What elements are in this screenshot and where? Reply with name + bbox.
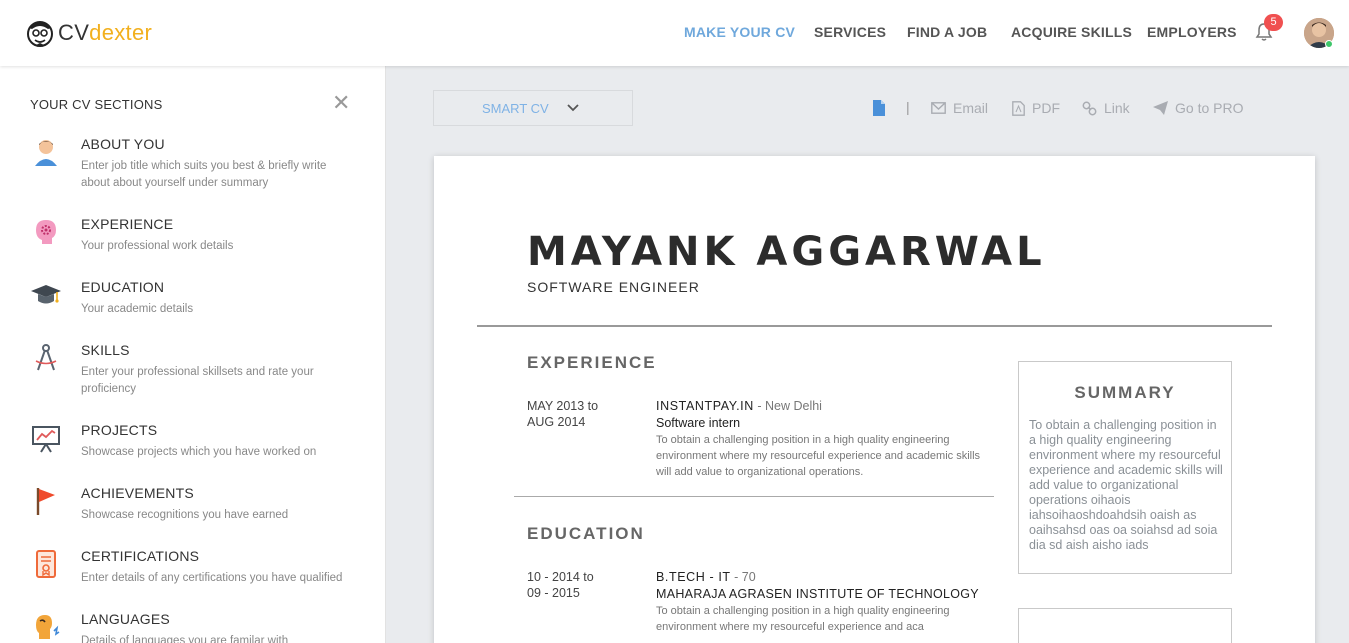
top-navbar: CVdexter MAKE YOUR CV SERVICES FIND A JO… xyxy=(0,0,1349,66)
sidebar-item-desc: Your academic details xyxy=(81,303,194,315)
graduation-cap-icon xyxy=(31,285,61,304)
email-label: Email xyxy=(953,100,989,116)
notification-badge: 5 xyxy=(1264,14,1283,31)
education-description[interactable]: To obtain a challenging position in a hi… xyxy=(656,603,996,635)
go-to-pro-label: Go to PRO xyxy=(1175,100,1244,116)
online-status-dot xyxy=(1325,40,1333,48)
experience-description[interactable]: To obtain a challenging position in a hi… xyxy=(656,432,996,480)
sidebar-title: YOUR CV SECTIONS xyxy=(30,97,163,112)
education-degree[interactable]: B.TECH - IT - 70 xyxy=(656,570,756,584)
compass-icon xyxy=(35,344,57,371)
nav-find-a-job[interactable]: FIND A JOB xyxy=(907,24,987,40)
sidebar-item-desc: Enter job title which suits you best & b… xyxy=(81,160,327,189)
template-select[interactable]: SMART CV xyxy=(433,90,633,126)
sidebar-item-label: ABOUT YOU xyxy=(81,136,165,152)
sidebar-item-label: EDUCATION xyxy=(81,279,165,295)
sidebar-item-desc: Showcase recognitions you have earned xyxy=(81,509,289,521)
cv-job-title[interactable]: SOFTWARE ENGINEER xyxy=(527,279,700,295)
cv-sections-sidebar: YOUR CV SECTIONS ✕ ABOUT YOU Enter job t… xyxy=(0,66,386,643)
envelope-icon xyxy=(931,102,946,114)
sidebar-item-desc: Enter your professional skillsets and ra… xyxy=(81,366,314,395)
sidebar-item-label: CERTIFICATIONS xyxy=(81,548,200,564)
summary-box[interactable]: SUMMARY To obtain a challenging position… xyxy=(1018,361,1232,574)
nav-employers[interactable]: EMPLOYERS xyxy=(1147,24,1237,40)
presentation-icon xyxy=(32,426,60,453)
email-button[interactable]: Email xyxy=(931,100,988,116)
sidebar-item-label: LANGUAGES xyxy=(81,611,170,627)
section-divider xyxy=(514,496,994,497)
template-select-value: SMART CV xyxy=(482,101,549,116)
pdf-icon xyxy=(1012,100,1025,116)
education-heading: EDUCATION xyxy=(527,524,645,543)
sidebar-item-label: ACHIEVEMENTS xyxy=(81,485,194,501)
document-icon xyxy=(873,100,885,116)
paper-plane-icon xyxy=(1153,101,1168,115)
link-button[interactable]: Link xyxy=(1082,100,1130,116)
pdf-button[interactable]: PDF xyxy=(1012,100,1060,116)
flag-icon xyxy=(36,488,55,515)
go-to-pro-button[interactable]: Go to PRO xyxy=(1153,100,1243,116)
sidebar-item-desc: Enter details of any certifications you … xyxy=(81,572,343,584)
summary-text[interactable]: To obtain a challenging position in a hi… xyxy=(1029,418,1225,553)
logo[interactable]: CVdexter xyxy=(24,17,152,49)
language-icon xyxy=(36,615,60,639)
experience-heading: EXPERIENCE xyxy=(527,353,657,372)
certificate-icon xyxy=(36,550,56,578)
sidebar-item-desc: Your professional work details xyxy=(81,240,234,252)
brand-name: CVdexter xyxy=(58,20,153,45)
education-date: 10 - 2014 to 09 - 2015 xyxy=(527,570,594,600)
education-institute[interactable]: MAHARAJA AGRASEN INSTITUTE OF TECHNOLOGY xyxy=(656,587,979,601)
sidebar-item-desc: Showcase projects which you have worked … xyxy=(81,446,317,458)
link-label: Link xyxy=(1104,100,1130,116)
pdf-label: PDF xyxy=(1032,100,1060,116)
cv-name[interactable]: MAYANK AGGARWAL xyxy=(527,229,1046,275)
sidebar-item-label: PROJECTS xyxy=(81,422,158,438)
nav-acquire-skills[interactable]: ACQUIRE SKILLS xyxy=(1011,24,1132,40)
person-icon xyxy=(35,140,57,166)
nav-services[interactable]: SERVICES xyxy=(814,24,886,40)
experience-position[interactable]: Software intern xyxy=(656,416,740,430)
experience-company[interactable]: INSTANTPAY.IN - New Delhi xyxy=(656,399,822,413)
document-button[interactable] xyxy=(872,100,893,116)
secondary-section-box[interactable] xyxy=(1018,608,1232,643)
header-divider xyxy=(477,325,1272,327)
chevron-down-icon xyxy=(567,104,579,112)
sidebar-item-label: EXPERIENCE xyxy=(81,216,174,232)
nav-make-your-cv[interactable]: MAKE YOUR CV xyxy=(684,24,795,40)
experience-date: MAY 2013 to AUG 2014 xyxy=(527,399,599,429)
link-icon xyxy=(1082,101,1097,115)
brain-gear-icon xyxy=(36,220,56,244)
logo-mascot-icon xyxy=(27,21,53,47)
close-icon[interactable]: ✕ xyxy=(332,92,350,114)
cv-preview: MAYANK AGGARWAL SOFTWARE ENGINEER EXPERI… xyxy=(434,156,1315,643)
toolbar-separator: | xyxy=(906,99,910,115)
sidebar-item-desc: Details of languages you are familar wit… xyxy=(81,635,289,643)
summary-heading: SUMMARY xyxy=(1074,383,1176,402)
sidebar-item-label: SKILLS xyxy=(81,342,130,358)
